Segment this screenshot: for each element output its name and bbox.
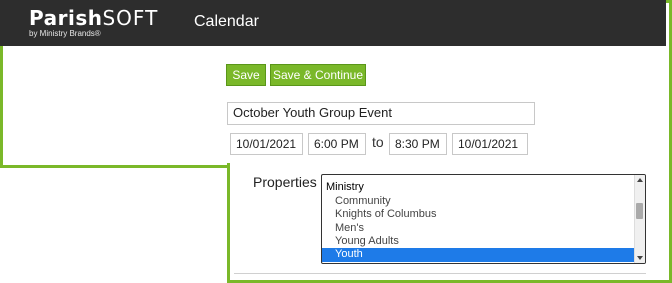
page-title: Calendar [194, 13, 259, 30]
start-time-input[interactable]: 6:00 PM [308, 133, 366, 155]
scroll-up-arrow-icon[interactable] [637, 178, 643, 182]
save-and-continue-button[interactable]: Save & Continue [270, 64, 366, 86]
list-option[interactable]: Men's [322, 222, 635, 235]
section-divider [234, 273, 646, 274]
list-option[interactable]: Knights of Columbus [322, 208, 635, 221]
logo-wordmark: ParishSOFT [29, 6, 159, 30]
app-header: ParishSOFT by Ministry Brands® Calendar [0, 0, 666, 46]
event-name-input[interactable]: October Youth Group Event [227, 102, 535, 125]
list-option[interactable]: Young Adults [322, 235, 635, 248]
save-button[interactable]: Save [226, 64, 266, 86]
properties-listbox[interactable]: Ministry Community Knights of Columbus M… [321, 174, 646, 264]
to-label: to [372, 134, 384, 150]
scroll-thumb[interactable] [636, 203, 643, 219]
list-option-selected[interactable]: Youth [322, 248, 635, 262]
optgroup-ministry: Ministry [326, 181, 364, 193]
scroll-down-arrow-icon[interactable] [637, 256, 643, 260]
list-option[interactable]: Community [322, 195, 635, 208]
listbox-scrollbar[interactable] [634, 175, 645, 263]
properties-label: Properties [253, 174, 317, 190]
start-date-input[interactable]: 10/01/2021 [230, 133, 303, 155]
parishsoft-logo[interactable]: ParishSOFT by Ministry Brands® [29, 6, 159, 42]
end-time-input[interactable]: 8:30 PM [389, 133, 447, 155]
end-date-input[interactable]: 10/01/2021 [452, 133, 528, 155]
logo-tagline: by Ministry Brands® [29, 29, 101, 38]
